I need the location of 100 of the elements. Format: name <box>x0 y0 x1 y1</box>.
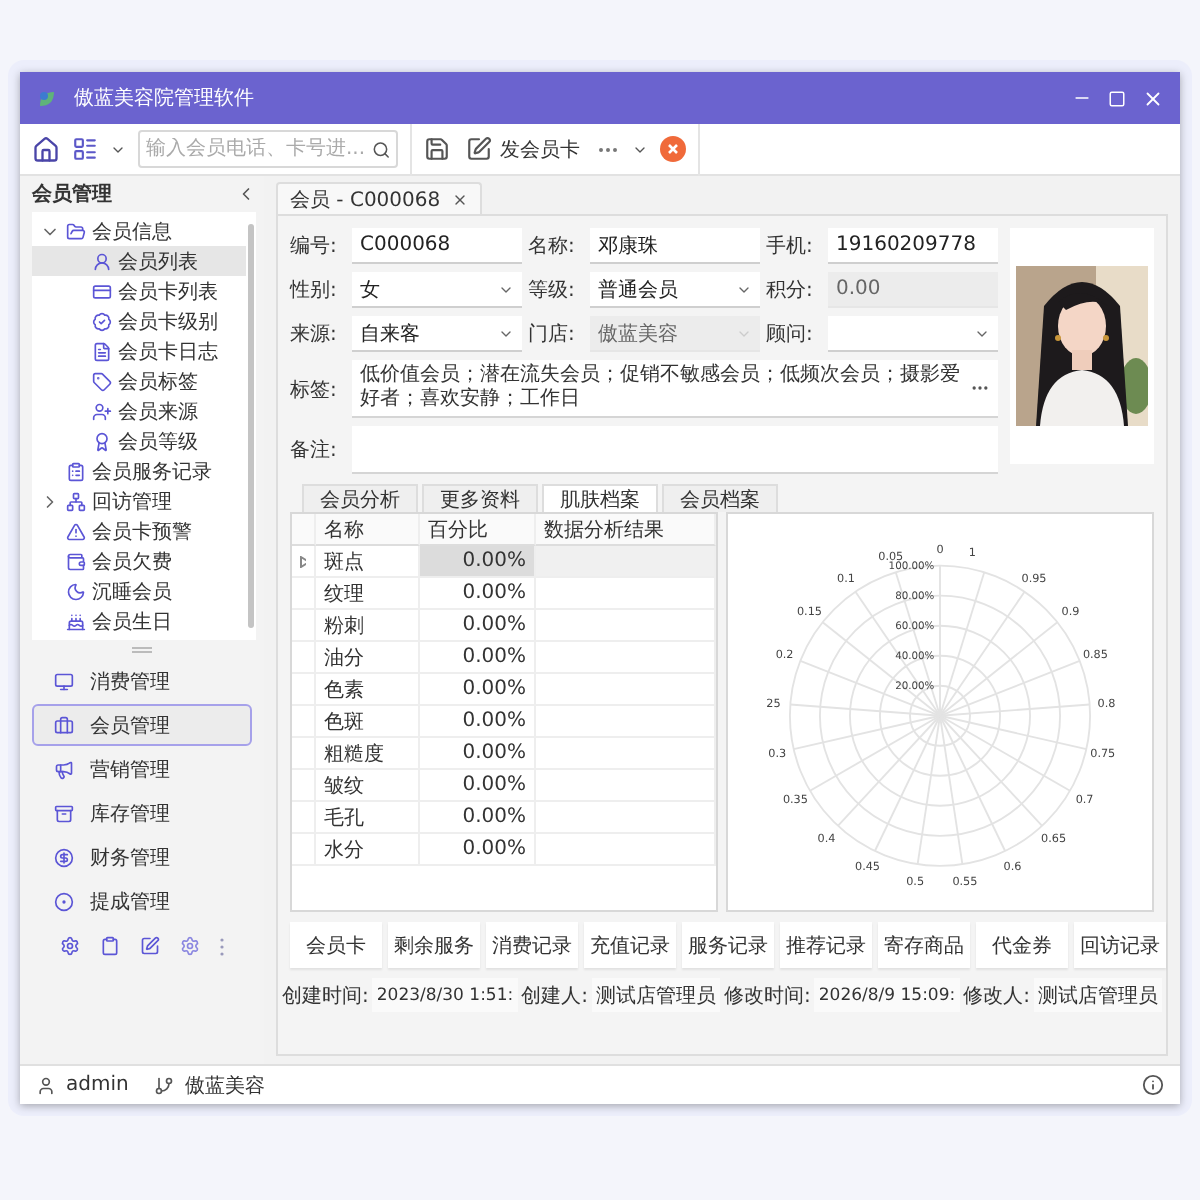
record-button[interactable]: 回访记录 <box>1074 922 1166 968</box>
meta-value: 2026/8/9 15:09: <box>814 978 960 1012</box>
table-cell: 0.00% <box>420 642 536 674</box>
tree-item[interactable]: 会员生日 <box>32 606 246 636</box>
warning-icon <box>66 521 86 541</box>
settings-icon[interactable] <box>180 936 200 956</box>
tree-item[interactable]: 会员标签 <box>32 366 246 396</box>
tree-item[interactable]: 会员卡列表 <box>32 276 246 306</box>
tree-item-label: 会员等级 <box>118 429 198 455</box>
nav-item[interactable]: 消费管理 <box>32 660 252 702</box>
table-cell: 粉刺 <box>316 610 420 642</box>
record-button[interactable]: 推荐记录 <box>780 922 872 968</box>
home-icon[interactable] <box>32 135 60 163</box>
table-cell: 0.00% <box>420 738 536 770</box>
folder-icon <box>66 221 86 241</box>
tree-item[interactable]: 会员卡预警 <box>32 516 246 546</box>
select-field[interactable]: 自来客 <box>352 316 522 352</box>
maximize-icon[interactable] <box>1108 89 1126 107</box>
field-label: 来源: <box>290 321 339 348</box>
tab[interactable]: 会员档案 <box>662 484 778 512</box>
tree-item-label: 会员来源 <box>118 399 198 425</box>
select-field: 傲蓝美容 <box>590 316 760 352</box>
field-label: 门店: <box>528 321 577 348</box>
network-icon <box>66 491 86 511</box>
award-icon <box>92 431 112 451</box>
nav-item[interactable]: 财务管理 <box>32 836 252 878</box>
monitor-icon <box>54 671 74 691</box>
close-circle-icon[interactable] <box>660 136 686 162</box>
tree-item[interactable]: 会员卡日志 <box>32 336 246 366</box>
tree-item[interactable]: 会员服务记录 <box>32 456 246 486</box>
tags-field[interactable]: 低价值会员；潜在流失会员；促销不敏感会员；低频次会员；摄影爱好者；喜欢安静；工作日 <box>352 360 998 418</box>
tag-icon <box>92 371 112 391</box>
table-header-cell: 数据分析结果 <box>536 514 716 546</box>
tree-item[interactable]: 会员来源 <box>32 396 246 426</box>
record-button[interactable]: 剩余服务 <box>388 922 480 968</box>
user-name: admin <box>66 1074 129 1096</box>
meta-value: 2023/8/30 1:51: <box>372 978 518 1012</box>
input-field: 0.00 <box>828 272 998 308</box>
save-icon[interactable] <box>424 136 450 162</box>
tree-item[interactable]: 沉睡会员 <box>32 576 246 606</box>
briefcase-icon <box>54 715 74 735</box>
record-button[interactable]: 寄存商品 <box>878 922 970 968</box>
record-button[interactable]: 会员卡 <box>290 922 382 968</box>
clipboard-icon[interactable] <box>100 936 120 956</box>
wallet-icon <box>66 551 86 571</box>
info-icon[interactable] <box>1142 1074 1164 1096</box>
field-label: 积分: <box>766 278 815 304</box>
document-tab[interactable]: 会员 - C000068 <box>276 182 483 214</box>
input-field[interactable]: 19160209778 <box>828 228 998 264</box>
record-button[interactable]: 充值记录 <box>584 922 676 968</box>
search-field[interactable]: 输入会员电话、卡号进... <box>138 130 398 168</box>
tree-item[interactable]: 会员卡级别 <box>32 306 246 336</box>
window-title: 傲蓝美容院管理软件 <box>74 85 256 112</box>
list-icon[interactable] <box>72 136 98 162</box>
select-field[interactable]: 女 <box>352 272 522 308</box>
table-cell: 纹理 <box>316 578 420 610</box>
record-button[interactable]: 服务记录 <box>682 922 774 968</box>
record-button[interactable]: 消费记录 <box>486 922 578 968</box>
select-field[interactable] <box>828 316 998 352</box>
nav-item[interactable]: 提成管理 <box>32 880 252 922</box>
input-field[interactable]: C000068 <box>352 228 522 264</box>
tree-item-label: 沉睡会员 <box>92 579 172 605</box>
tree-item-label: 会员卡预警 <box>92 519 192 545</box>
tree-item-label: 会员服务记录 <box>92 459 212 485</box>
select-field[interactable]: 普通会员 <box>590 272 760 308</box>
input-field[interactable]: 邓康珠 <box>590 228 760 264</box>
table-cell: 0.00% <box>420 610 536 642</box>
nav-item[interactable]: 库存管理 <box>32 792 252 834</box>
tree-item[interactable]: 会员信息 <box>32 216 246 246</box>
tree-item[interactable]: 会员列表 <box>32 246 246 276</box>
tree-item-label: 会员欠费 <box>92 549 172 575</box>
nav-item[interactable]: 营销管理 <box>32 748 252 790</box>
close-icon[interactable] <box>1142 87 1164 109</box>
edit-icon[interactable] <box>140 936 160 956</box>
field-label: 顾问: <box>766 322 815 348</box>
meta-label: 修改人: <box>963 983 1030 1009</box>
megaphone-icon <box>54 759 74 779</box>
nav-item[interactable]: 会员管理 <box>32 704 252 746</box>
table-cell: 0.00% <box>420 546 536 578</box>
nav-item-label: 会员管理 <box>90 713 170 739</box>
scrollbar[interactable] <box>248 224 254 628</box>
nav-item-label: 库存管理 <box>90 801 170 827</box>
tree-item[interactable]: 会员等级 <box>32 426 246 456</box>
note-field[interactable] <box>352 426 998 474</box>
user-icon <box>92 251 112 271</box>
table-cell: 水分 <box>316 834 420 866</box>
tree-item[interactable]: 会员欠费 <box>32 546 246 576</box>
tree-item[interactable]: 回访管理 <box>32 486 246 516</box>
close-icon[interactable] <box>452 191 469 207</box>
table-cell: 毛孔 <box>316 802 420 834</box>
tab[interactable]: 会员分析 <box>302 484 418 512</box>
issue-card-button[interactable]: 发会员卡 <box>462 131 584 167</box>
meta-value: 测试店管理员 <box>1034 978 1162 1012</box>
tab[interactable]: 肌肤档案 <box>542 484 658 512</box>
record-button[interactable]: 代金券 <box>976 922 1068 968</box>
search-icon[interactable] <box>371 139 390 159</box>
tab[interactable]: 更多资料 <box>422 484 538 512</box>
grip-icon[interactable] <box>132 646 152 654</box>
archive-icon <box>54 803 74 823</box>
branch-icon <box>154 1075 175 1095</box>
